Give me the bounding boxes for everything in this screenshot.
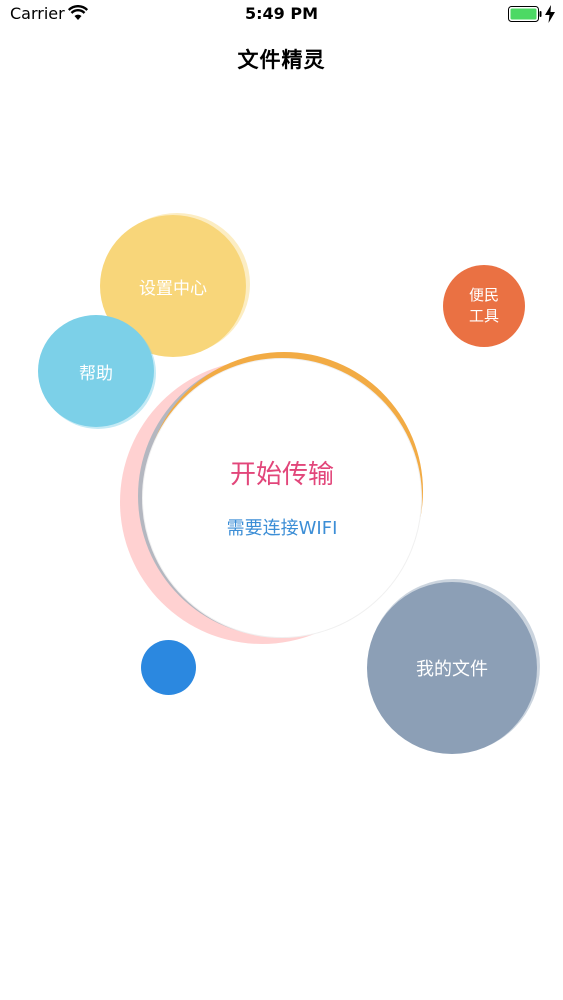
clock-time: 5:49 PM [244, 4, 318, 23]
help-label: 帮助 [79, 363, 113, 384]
tools-label-line2: 工具 [468, 307, 499, 325]
my-files-label: 我的文件 [416, 659, 488, 680]
charging-bolt-icon [545, 5, 555, 23]
settings-center-label: 设置中心 [139, 278, 207, 299]
battery-icon [508, 6, 542, 22]
start-transfer-label: 开始传输 [229, 460, 334, 490]
convenience-tools-button[interactable]: 便民 工具 [443, 265, 525, 347]
blue-dot-bubble[interactable] [141, 640, 196, 695]
start-transfer-button[interactable] [142, 358, 422, 638]
tools-label-line1: 便民 [468, 286, 499, 304]
wifi-required-label: 需要连接WIFI [226, 518, 338, 539]
my-files-button[interactable]: 我的文件 [367, 582, 537, 754]
help-button[interactable]: 帮助 [38, 315, 154, 427]
status-bar: Carrier 5:49 PM [0, 0, 563, 30]
page-title: 文件精灵 [237, 48, 326, 72]
